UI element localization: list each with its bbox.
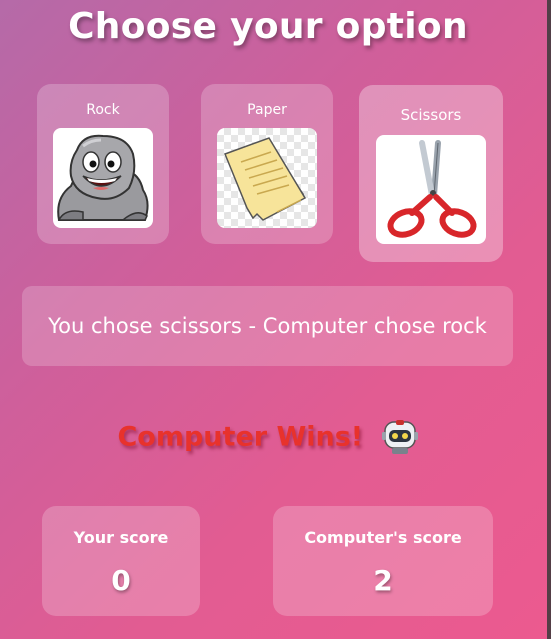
- player-score-card: Your score 0: [42, 506, 200, 616]
- choice-scissors-label: Scissors: [400, 106, 462, 124]
- winner-banner: Computer Wins!: [0, 418, 536, 456]
- player-score-label: Your score: [73, 528, 169, 547]
- computer-score-card: Computer's score 2: [273, 506, 493, 616]
- choice-scissors[interactable]: Scissors: [359, 85, 503, 262]
- window-edge: [547, 0, 551, 639]
- choice-rock[interactable]: Rock: [37, 84, 169, 244]
- scissors-icon: [376, 135, 486, 244]
- result-message: You chose scissors - Computer chose rock: [22, 286, 513, 366]
- choice-rock-label: Rock: [86, 102, 120, 118]
- winner-text: Computer Wins!: [117, 421, 364, 453]
- robot-icon: [381, 418, 419, 456]
- player-score-value: 0: [111, 564, 131, 597]
- paper-icon: [217, 128, 317, 228]
- computer-score-value: 2: [373, 564, 393, 597]
- rock-icon: [53, 128, 153, 228]
- choice-paper-label: Paper: [247, 102, 287, 118]
- choice-paper[interactable]: Paper: [201, 84, 333, 244]
- computer-score-label: Computer's score: [304, 528, 462, 547]
- page-title: Choose your option: [68, 6, 468, 47]
